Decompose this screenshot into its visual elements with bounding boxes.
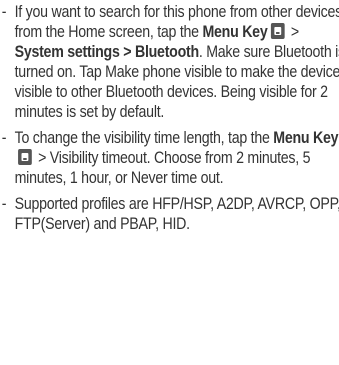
bullet-search-visibility: - If you want to search for this phone f…	[0, 2, 339, 122]
menu-key-label: Menu Key	[202, 23, 268, 41]
bullet-dash: -	[1, 3, 7, 21]
bullet-dash: -	[1, 129, 7, 147]
menu-key-icon	[18, 149, 32, 165]
bullet-text: >	[287, 23, 299, 41]
manual-page: - If you want to search for this phone f…	[0, 0, 339, 365]
bullet-dash: -	[1, 195, 7, 213]
bullet-text: To change the visibility time length, ta…	[14, 129, 274, 147]
bullet-text: > Visibility timeout. Choose from 2 minu…	[14, 149, 311, 187]
system-settings-path: System settings > Bluetooth	[14, 43, 199, 61]
bullet-supported-profiles: - Supported profiles are HFP/HSP, A2DP, …	[0, 194, 339, 234]
bullet-visibility-timeout: - To change the visibility time length, …	[0, 128, 339, 188]
bullet-text: Supported profiles are HFP/HSP, A2DP, AV…	[14, 195, 339, 233]
menu-key-icon	[270, 23, 285, 39]
menu-key-label: Menu Key	[273, 129, 339, 147]
